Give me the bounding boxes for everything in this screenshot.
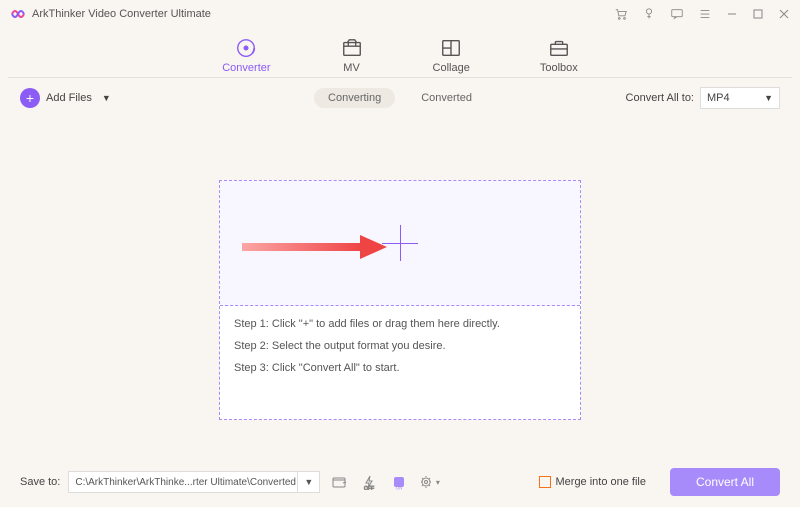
pill-converted[interactable]: Converted <box>407 88 486 108</box>
app-logo-icon <box>10 6 26 22</box>
status-tabs: Converting Converted <box>314 88 486 108</box>
bolt-icon: OFF <box>361 474 377 490</box>
tab-mv[interactable]: MV <box>341 37 363 74</box>
chevron-down-icon: ▼ <box>102 93 111 103</box>
add-files-button[interactable]: + Add Files ▼ <box>20 88 111 108</box>
step-1: Step 1: Click "+" to add files or drag t… <box>234 318 566 330</box>
converter-icon <box>235 37 257 59</box>
hardware-accel-button[interactable]: OFF <box>358 471 380 493</box>
save-path-value: C:\ArkThinker\ArkThinke...rter Ultimate\… <box>75 477 296 488</box>
maximize-icon[interactable] <box>752 8 764 20</box>
tab-mv-label: MV <box>343 62 360 74</box>
save-path-input[interactable]: C:\ArkThinker\ArkThinke...rter Ultimate\… <box>68 471 298 493</box>
plus-icon: + <box>20 88 40 108</box>
merge-label: Merge into one file <box>556 476 647 488</box>
titlebar: ArkThinker Video Converter Ultimate <box>0 0 800 28</box>
drop-zone-steps: Step 1: Click "+" to add files or drag t… <box>220 306 580 386</box>
checkbox-box-icon <box>539 476 551 488</box>
tab-toolbox[interactable]: Toolbox <box>540 37 578 74</box>
convert-all-to-label: Convert All to: <box>626 92 694 104</box>
tab-collage[interactable]: Collage <box>433 37 470 74</box>
close-icon[interactable] <box>778 8 790 20</box>
save-to-label: Save to: <box>20 476 60 488</box>
chip-icon: ON <box>391 474 407 490</box>
gear-icon <box>419 474 435 490</box>
app-title: ArkThinker Video Converter Ultimate <box>32 8 614 20</box>
tab-collage-label: Collage <box>433 62 470 74</box>
top-tabs: Converter MV Collage Toolbox <box>8 28 792 78</box>
chevron-down-icon: ▾ <box>436 478 440 487</box>
bottombar: Save to: C:\ArkThinker\ArkThinke...rter … <box>0 467 800 497</box>
add-plus-icon[interactable] <box>382 225 418 261</box>
folder-icon <box>331 474 347 490</box>
feedback-icon[interactable] <box>670 7 684 21</box>
high-speed-button[interactable]: ON <box>388 471 410 493</box>
open-folder-button[interactable] <box>328 471 350 493</box>
tab-converter[interactable]: Converter <box>222 37 270 74</box>
toolbar: + Add Files ▼ Converting Converted Conve… <box>0 80 800 116</box>
svg-text:ON: ON <box>396 486 403 491</box>
save-path-dropdown[interactable]: ▼ <box>298 471 320 493</box>
drop-zone[interactable]: Step 1: Click "+" to add files or drag t… <box>219 180 581 420</box>
minimize-icon[interactable] <box>726 8 738 20</box>
convert-all-to-group: Convert All to: MP4 ▼ <box>626 87 780 109</box>
output-format-select[interactable]: MP4 ▼ <box>700 87 780 109</box>
menu-icon[interactable] <box>698 7 712 21</box>
merge-checkbox[interactable]: Merge into one file <box>539 476 647 488</box>
convert-all-button[interactable]: Convert All <box>670 468 780 496</box>
cart-icon[interactable] <box>614 7 628 21</box>
mv-icon <box>341 37 363 59</box>
format-value: MP4 <box>707 92 730 104</box>
main-area: Step 1: Click "+" to add files or drag t… <box>0 116 800 466</box>
step-2: Step 2: Select the output format you des… <box>234 340 566 352</box>
drop-zone-top[interactable] <box>220 181 580 306</box>
tab-converter-label: Converter <box>222 62 270 74</box>
pill-converting[interactable]: Converting <box>314 88 395 108</box>
collage-icon <box>440 37 462 59</box>
titlebar-icons <box>614 7 790 21</box>
add-files-label: Add Files <box>46 92 92 104</box>
tab-toolbox-label: Toolbox <box>540 62 578 74</box>
key-icon[interactable] <box>642 7 656 21</box>
toolbox-icon <box>548 37 570 59</box>
settings-button[interactable]: ▾ <box>418 471 440 493</box>
chevron-down-icon: ▼ <box>764 93 773 103</box>
step-3: Step 3: Click "Convert All" to start. <box>234 362 566 374</box>
svg-text:OFF: OFF <box>364 486 374 490</box>
